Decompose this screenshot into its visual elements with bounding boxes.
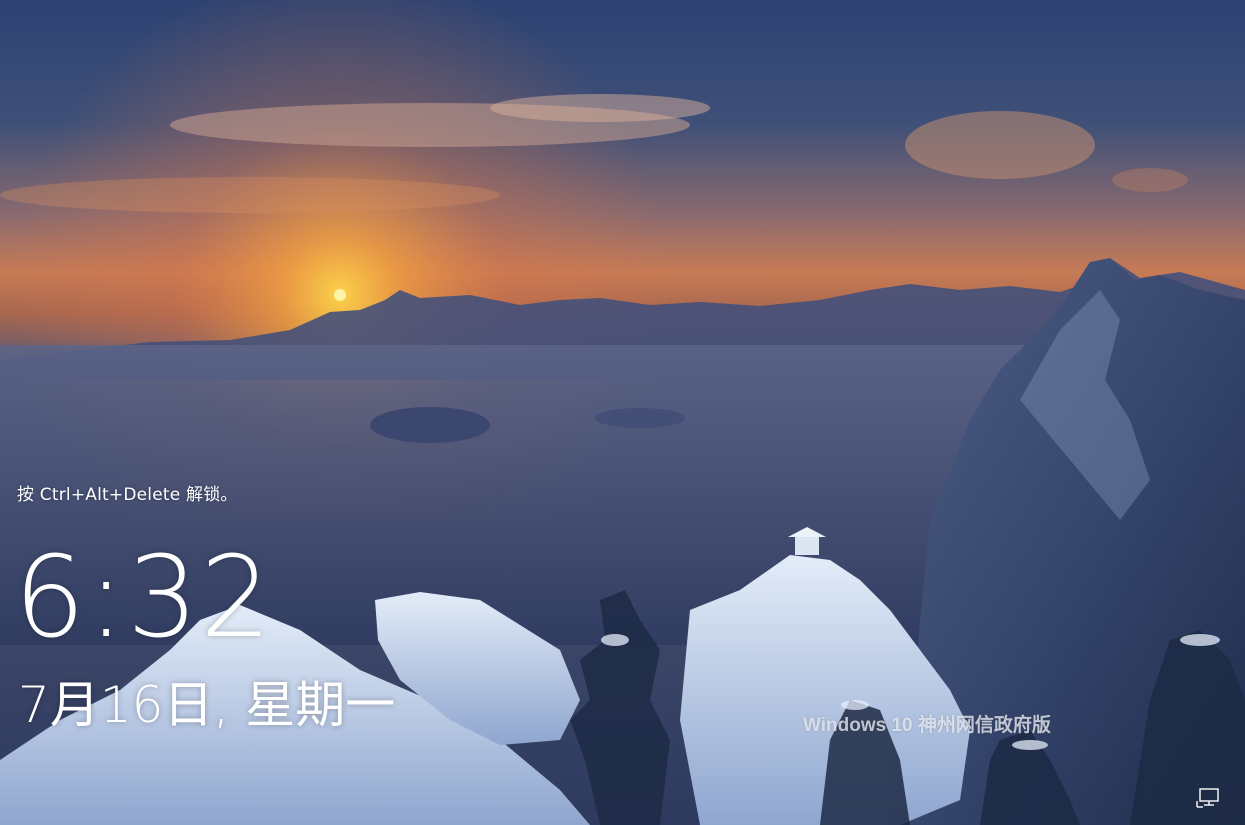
- unlock-hint: 按 Ctrl+Alt+Delete 解锁。: [17, 485, 238, 505]
- network-icon: [1196, 788, 1219, 808]
- clock-time: 6:32: [14, 533, 274, 663]
- network-button[interactable]: [1194, 784, 1224, 812]
- lock-screen[interactable]: 按 Ctrl+Alt+Delete 解锁。 6:32 7月16日, 星期一 Wi…: [0, 0, 1245, 825]
- clock-date: 7月16日, 星期一: [18, 676, 396, 734]
- edition-watermark: Windows 10 神州网信政府版: [803, 715, 1051, 736]
